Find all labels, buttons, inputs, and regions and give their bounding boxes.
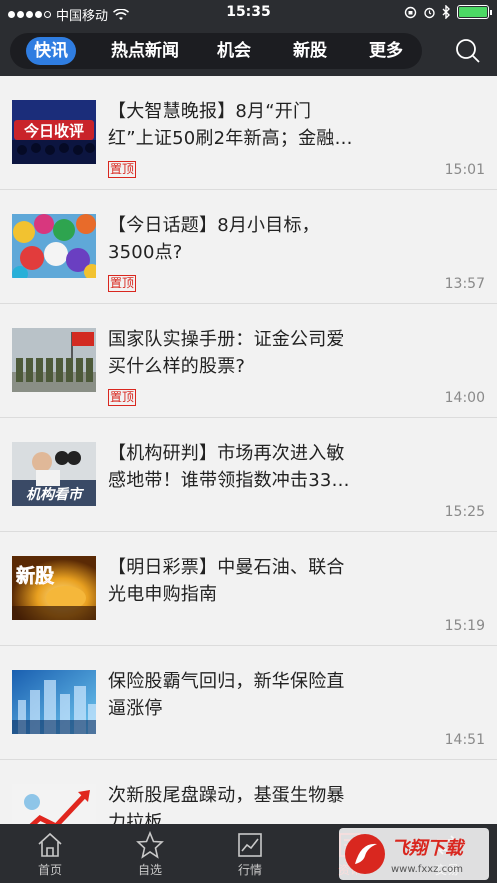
news-headline: 【明日彩票】中曼石油、联合 光电申购指南 — [108, 554, 378, 608]
pinned-badge: 置顶 — [108, 161, 137, 178]
status-icons — [404, 5, 492, 19]
news-thumbnail — [12, 328, 96, 392]
home-icon — [38, 832, 62, 857]
headline-line2: 逼涨停 — [108, 698, 163, 719]
thumbnail-caption: 新股 — [16, 564, 54, 587]
nav-label: 首页 — [37, 863, 62, 877]
tab-opportunity[interactable]: 机会 — [210, 33, 258, 69]
thumbnail-caption: 今日收评 — [23, 122, 84, 140]
pinned-badge: 置顶 — [108, 389, 137, 406]
tab-hot-news[interactable]: 热点新闻 — [105, 33, 185, 69]
news-item[interactable]: 保险股霸气回归，新华保险直 逼涨停 14:51 — [0, 646, 497, 760]
news-headline: 国家队实操手册：证金公司爱 买什么样的股票? — [108, 326, 378, 380]
news-time: 14:00 — [444, 390, 485, 406]
news-headline: 【大智慧晚报】8月“开门 红”上证50刷2年新高；金融… — [108, 98, 378, 152]
status-bar: 中国移动 15:35 — [0, 0, 497, 26]
alarm-icon — [424, 7, 435, 18]
news-item[interactable]: 次新股尾盘躁动，基蛋生物暴 力拉板 — [0, 760, 497, 824]
headline-line1: 【大智慧晚报】8月“开门 — [108, 101, 312, 122]
news-headline: 【机构研判】市场再次进入敏 感地带！谁带领指数冲击33… — [108, 440, 378, 494]
news-thumbnail: 今日收评 — [12, 100, 96, 164]
bluetooth-icon — [442, 5, 450, 19]
news-thumbnail: 新股 — [12, 556, 96, 620]
news-thumbnail — [12, 670, 96, 734]
nav-label: 自选 — [137, 863, 162, 877]
thumbnail-caption: 机构看市 — [26, 486, 85, 503]
pinned-badge: 置顶 — [108, 275, 137, 292]
star-icon — [136, 831, 164, 859]
headline-line1: 【明日彩票】中曼石油、联合 — [108, 557, 345, 578]
headline-line2: 买什么样的股票? — [108, 356, 246, 377]
news-thumbnail: 机构看市 — [12, 442, 96, 506]
tab-new-stocks[interactable]: 新股 — [286, 33, 334, 69]
headline-line1: 保险股霸气回归，新华保险直 — [108, 671, 345, 692]
nav-watchlist[interactable]: 自选 — [100, 824, 200, 883]
headline-line2: 力拉板 — [108, 812, 163, 824]
top-nav: 快讯 热点新闻 机会 新股 更多 — [0, 26, 497, 76]
news-headline: 【今日话题】8月小目标， 3500点? — [108, 212, 378, 266]
news-item[interactable]: 机构看市 【机构研判】市场再次进入敏 感地带！谁带领指数冲击33… 15:25 — [0, 418, 497, 532]
nav-home[interactable]: 首页 — [0, 824, 100, 883]
chart-icon — [238, 833, 262, 857]
news-headline: 次新股尾盘躁动，基蛋生物暴 力拉板 — [108, 782, 378, 824]
headline-line2: 红”上证50刷2年新高；金融… — [108, 128, 353, 149]
headline-line1: 【机构研判】市场再次进入敏 — [108, 443, 345, 464]
news-time: 13:57 — [444, 276, 485, 292]
tab-kuaixun[interactable]: 快讯 — [26, 37, 76, 65]
nav-market[interactable]: 行情 — [200, 824, 300, 883]
headline-line2: 3500点? — [108, 242, 183, 263]
news-thumbnail — [12, 784, 96, 824]
battery-icon — [457, 5, 492, 19]
headline-line2: 感地带！谁带领指数冲击33… — [108, 470, 350, 491]
news-time: 15:19 — [444, 618, 485, 634]
watermark-logo: 飞翔下载 www.fxxz.com — [339, 828, 489, 880]
headline-line1: 【今日话题】8月小目标， — [108, 215, 320, 236]
news-time: 15:01 — [444, 162, 485, 178]
news-list: 今日收评 【大智慧晚报】8月“开门 红”上证50刷2年新高；金融… 置顶 15:… — [0, 76, 497, 824]
news-item[interactable]: 国家队实操手册：证金公司爱 买什么样的股票? 置顶 14:00 — [0, 304, 497, 418]
news-item[interactable]: 【今日话题】8月小目标， 3500点? 置顶 13:57 — [0, 190, 497, 304]
watermark-brand: 飞翔下载 — [391, 838, 466, 859]
news-item[interactable]: 新股 【明日彩票】中曼石油、联合 光电申购指南 15:19 — [0, 532, 497, 646]
orientation-lock-icon — [404, 6, 417, 18]
nav-label: 行情 — [237, 863, 262, 877]
watermark-url: www.fxxz.com — [391, 864, 463, 875]
headline-line2: 光电申购指南 — [108, 584, 218, 605]
news-thumbnail — [12, 214, 96, 278]
search-icon[interactable] — [455, 38, 481, 64]
tab-bar: 快讯 热点新闻 机会 新股 更多 — [10, 33, 422, 69]
news-time: 15:25 — [444, 504, 485, 520]
tab-more[interactable]: 更多 — [362, 33, 410, 69]
news-item[interactable]: 今日收评 【大智慧晚报】8月“开门 红”上证50刷2年新高；金融… 置顶 15:… — [0, 76, 497, 190]
news-time: 14:51 — [444, 732, 485, 748]
headline-line1: 国家队实操手册：证金公司爱 — [108, 329, 345, 350]
news-headline: 保险股霸气回归，新华保险直 逼涨停 — [108, 668, 378, 722]
headline-line1: 次新股尾盘躁动，基蛋生物暴 — [108, 785, 345, 806]
